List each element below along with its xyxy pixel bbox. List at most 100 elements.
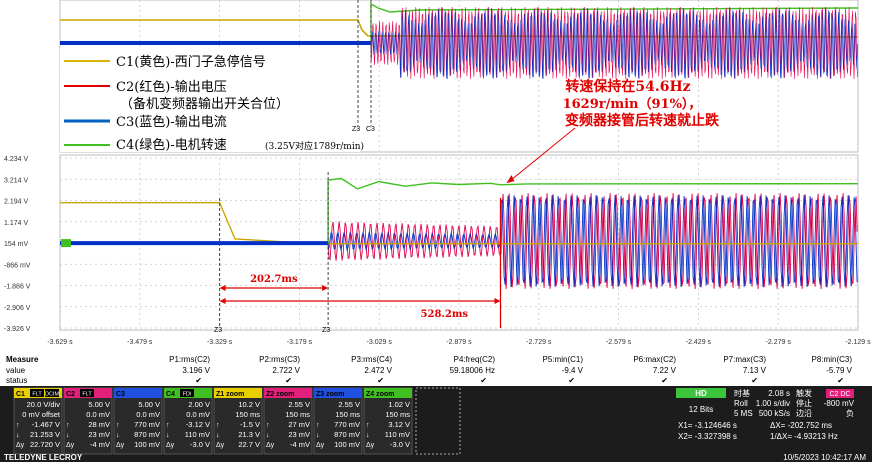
x-axis-tick-labels: -3.629 s -3.479 s -3.329 s -3.179 s -3.029 s… — [47, 339, 871, 346]
cursor-inverse-dx: 1/ΔX= -4.93213 Hz — [770, 432, 838, 441]
descriptor-line: 10.2 V — [238, 400, 260, 409]
descriptor-row-glyph: ↓ — [366, 432, 370, 439]
descriptor-row-glyph: ↑ — [16, 422, 20, 429]
descriptor-row-glyph: ↓ — [266, 432, 270, 439]
descriptor-line: 27 mV — [288, 420, 310, 429]
overview-panel: C1(黄色)-西门子急停信号 C2(红色)-输出电压 （备机变频器输出开关合位）… — [59, 0, 859, 153]
measure-header: P4:freq(C2) — [454, 355, 496, 364]
channel-descriptor-z3-zoom[interactable]: Z3 zoom 2.55 V150 ms770 mV870 mV100 mV ↑ ↓ Δ… — [313, 387, 363, 455]
x-tick-label: -2.579 s — [606, 339, 632, 346]
descriptor-line: 0 mV offset — [22, 410, 61, 419]
x-tick-label: -3.629 s — [47, 339, 73, 346]
descriptor-line: -3.12 V — [186, 420, 210, 429]
interval1-label: 202.7ms — [250, 274, 298, 285]
zoom-cursor-tag-1: Z3 — [214, 327, 222, 334]
x-tick-label: -2.279 s — [766, 339, 792, 346]
descriptor-line: 150 ms — [285, 410, 310, 419]
zoom-cursor-tag-2: Z3 — [322, 327, 330, 334]
descriptor-row-glyph: ↓ — [316, 432, 320, 439]
channel-descriptor-z1-zoom[interactable]: Z1 zoom 10.2 V150 ms-1.5 V21.3 V22.7 V ↑ ↓ Δ… — [213, 387, 263, 455]
measure-header: P3:rms(C4) — [351, 355, 392, 364]
descriptor-row-glyph: ↓ — [116, 432, 120, 439]
descriptor-line: 21.253 V — [30, 430, 60, 439]
descriptor-line: 20.0 V/div — [27, 400, 61, 409]
descriptor-line: 23 mV — [88, 430, 110, 439]
channel-descriptor-z4-zoom[interactable]: Z4 zoom 1.02 V150 ms3.12 V110 mV-3.0 V ↑ ↓ Δ… — [363, 387, 413, 455]
overview-cursor-tag-z3: Z3 — [352, 126, 360, 133]
c4-ground-marker — [61, 239, 71, 248]
descriptor-line: 150 ms — [335, 410, 360, 419]
measure-value: -5.79 V — [826, 366, 852, 375]
status-check-icon: ✔ — [480, 376, 487, 385]
descriptor-row-glyph: Δy — [66, 442, 75, 449]
status-check-icon: ✔ — [285, 376, 292, 385]
descriptor-tag: C2 — [66, 391, 75, 398]
channel-descriptor-c4[interactable]: C4 FDI 2.00 V0.0 mV-3.12 V110 mV-3.0 V ↑ ↓ Δy — [163, 387, 213, 455]
channel-descriptor-c3[interactable]: C3 5.00 V0.0 mV770 mV870 mV100 mV ↑ ↓ Δy — [113, 387, 163, 455]
descriptor-tag: Z2 zoom — [266, 391, 294, 398]
overview-cursor-tag-c3: C3 — [366, 126, 375, 133]
annotation-line-2: 1629r/min（91%）， — [563, 96, 702, 112]
channel-descriptor-c1[interactable]: C1 FLT DCIM 20.0 V/div0 mV offset-1.467 V21… — [13, 387, 63, 455]
y-tick-label: -1.886 V — [4, 284, 31, 291]
flag-text: FLT — [82, 392, 92, 398]
status-check-icon: ✔ — [661, 376, 668, 385]
descriptor-row-glyph: Δy — [166, 442, 175, 449]
y-tick-label: 4.234 V — [4, 156, 28, 163]
measure-header: P8:min(C3) — [812, 355, 853, 364]
roll-label: Roll — [734, 399, 748, 408]
measure-header: P2:rms(C3) — [259, 355, 300, 364]
descriptor-line: 870 mV — [334, 430, 360, 439]
channel-descriptor-z2-zoom[interactable]: Z2 zoom 2.55 V150 ms27 mV23 mV-4 mV ↑ ↓ Δy — [263, 387, 313, 455]
descriptor-line: 110 mV — [185, 430, 210, 439]
descriptor-line: 3.12 V — [388, 420, 410, 429]
descriptor-row-glyph: ↑ — [266, 422, 270, 429]
status-check-icon: ✔ — [195, 376, 202, 385]
descriptor-row-glyph: ↓ — [16, 432, 20, 439]
trigger-type: 边沿 — [796, 408, 812, 418]
legend-c4: C4(绿色)-电机转速 — [116, 137, 227, 153]
legend: C1(黄色)-西门子急停信号 C2(红色)-输出电压 （备机变频器输出开关合位）… — [60, 48, 364, 153]
descriptor-line: 0.0 mV — [86, 410, 110, 419]
descriptor-line: 22.7 V — [238, 440, 260, 449]
descriptor-line: -1.5 V — [240, 420, 260, 429]
descriptor-line: 100 mV — [334, 440, 360, 449]
roll-value: 1.00 s/div — [756, 399, 790, 408]
descriptor-line: -1.467 V — [32, 420, 60, 429]
channel-descriptor-c2[interactable]: C2 FLT 5.00 V0.0 mV28 mV23 mV-4 mV ↑ ↓ Δy — [63, 387, 113, 455]
brand-logo-text: TELEDYNE LECROY — [4, 453, 83, 462]
sample-count: 5 MS — [734, 409, 753, 418]
y-tick-label: 2.194 V — [4, 199, 28, 206]
descriptor-line: 2.55 V — [338, 400, 360, 409]
descriptor-row-glyph: ↓ — [216, 432, 220, 439]
trigger-level: -800 mV — [824, 399, 855, 408]
x-tick-label: -2.879 s — [446, 339, 472, 346]
annotation-line-3: 变频器接管后转速就止跌 — [565, 112, 720, 129]
x-tick-label: -3.329 s — [207, 339, 233, 346]
descriptor-row-glyph: Δy — [266, 442, 275, 449]
legend-c2-note: （备机变频器输出开关合位） — [120, 96, 289, 112]
measure-value: -9.4 V — [562, 366, 584, 375]
interval2-label: 528.2ms — [421, 309, 469, 320]
timebase-value: 2.08 s — [768, 389, 790, 398]
x-tick-label: -2.129 s — [845, 339, 871, 346]
descriptor-line: 770 mV — [134, 420, 160, 429]
flag-text: DCIM — [45, 392, 59, 398]
descriptor-tag: Z1 zoom — [216, 391, 244, 398]
descriptor-row-glyph: ↑ — [116, 422, 120, 429]
descriptor-line: 5.00 V — [138, 400, 160, 409]
descriptor-row-glyph: ↑ — [316, 422, 320, 429]
legend-c1: C1(黄色)-西门子急停信号 — [116, 54, 266, 70]
y-tick-label: 3.214 V — [4, 177, 28, 184]
descriptor-line: -3.0 V — [190, 440, 210, 449]
descriptor-line: 22.720 V — [30, 440, 60, 449]
descriptor-row-glyph: Δy — [366, 442, 375, 449]
measure-value-label: value — [6, 366, 26, 375]
x-tick-label: -3.029 s — [367, 339, 393, 346]
descriptor-tag: Z3 zoom — [316, 391, 344, 398]
measure-header: P1:rms(C2) — [169, 355, 210, 364]
hd-label: HD — [695, 389, 707, 398]
bits-label: 12 Bits — [689, 405, 713, 414]
zoom-chart: 4.234 V 3.214 V 2.194 V 1.174 V 154 mV -866 m… — [4, 127, 871, 346]
descriptor-line: 21.3 V — [238, 430, 260, 439]
